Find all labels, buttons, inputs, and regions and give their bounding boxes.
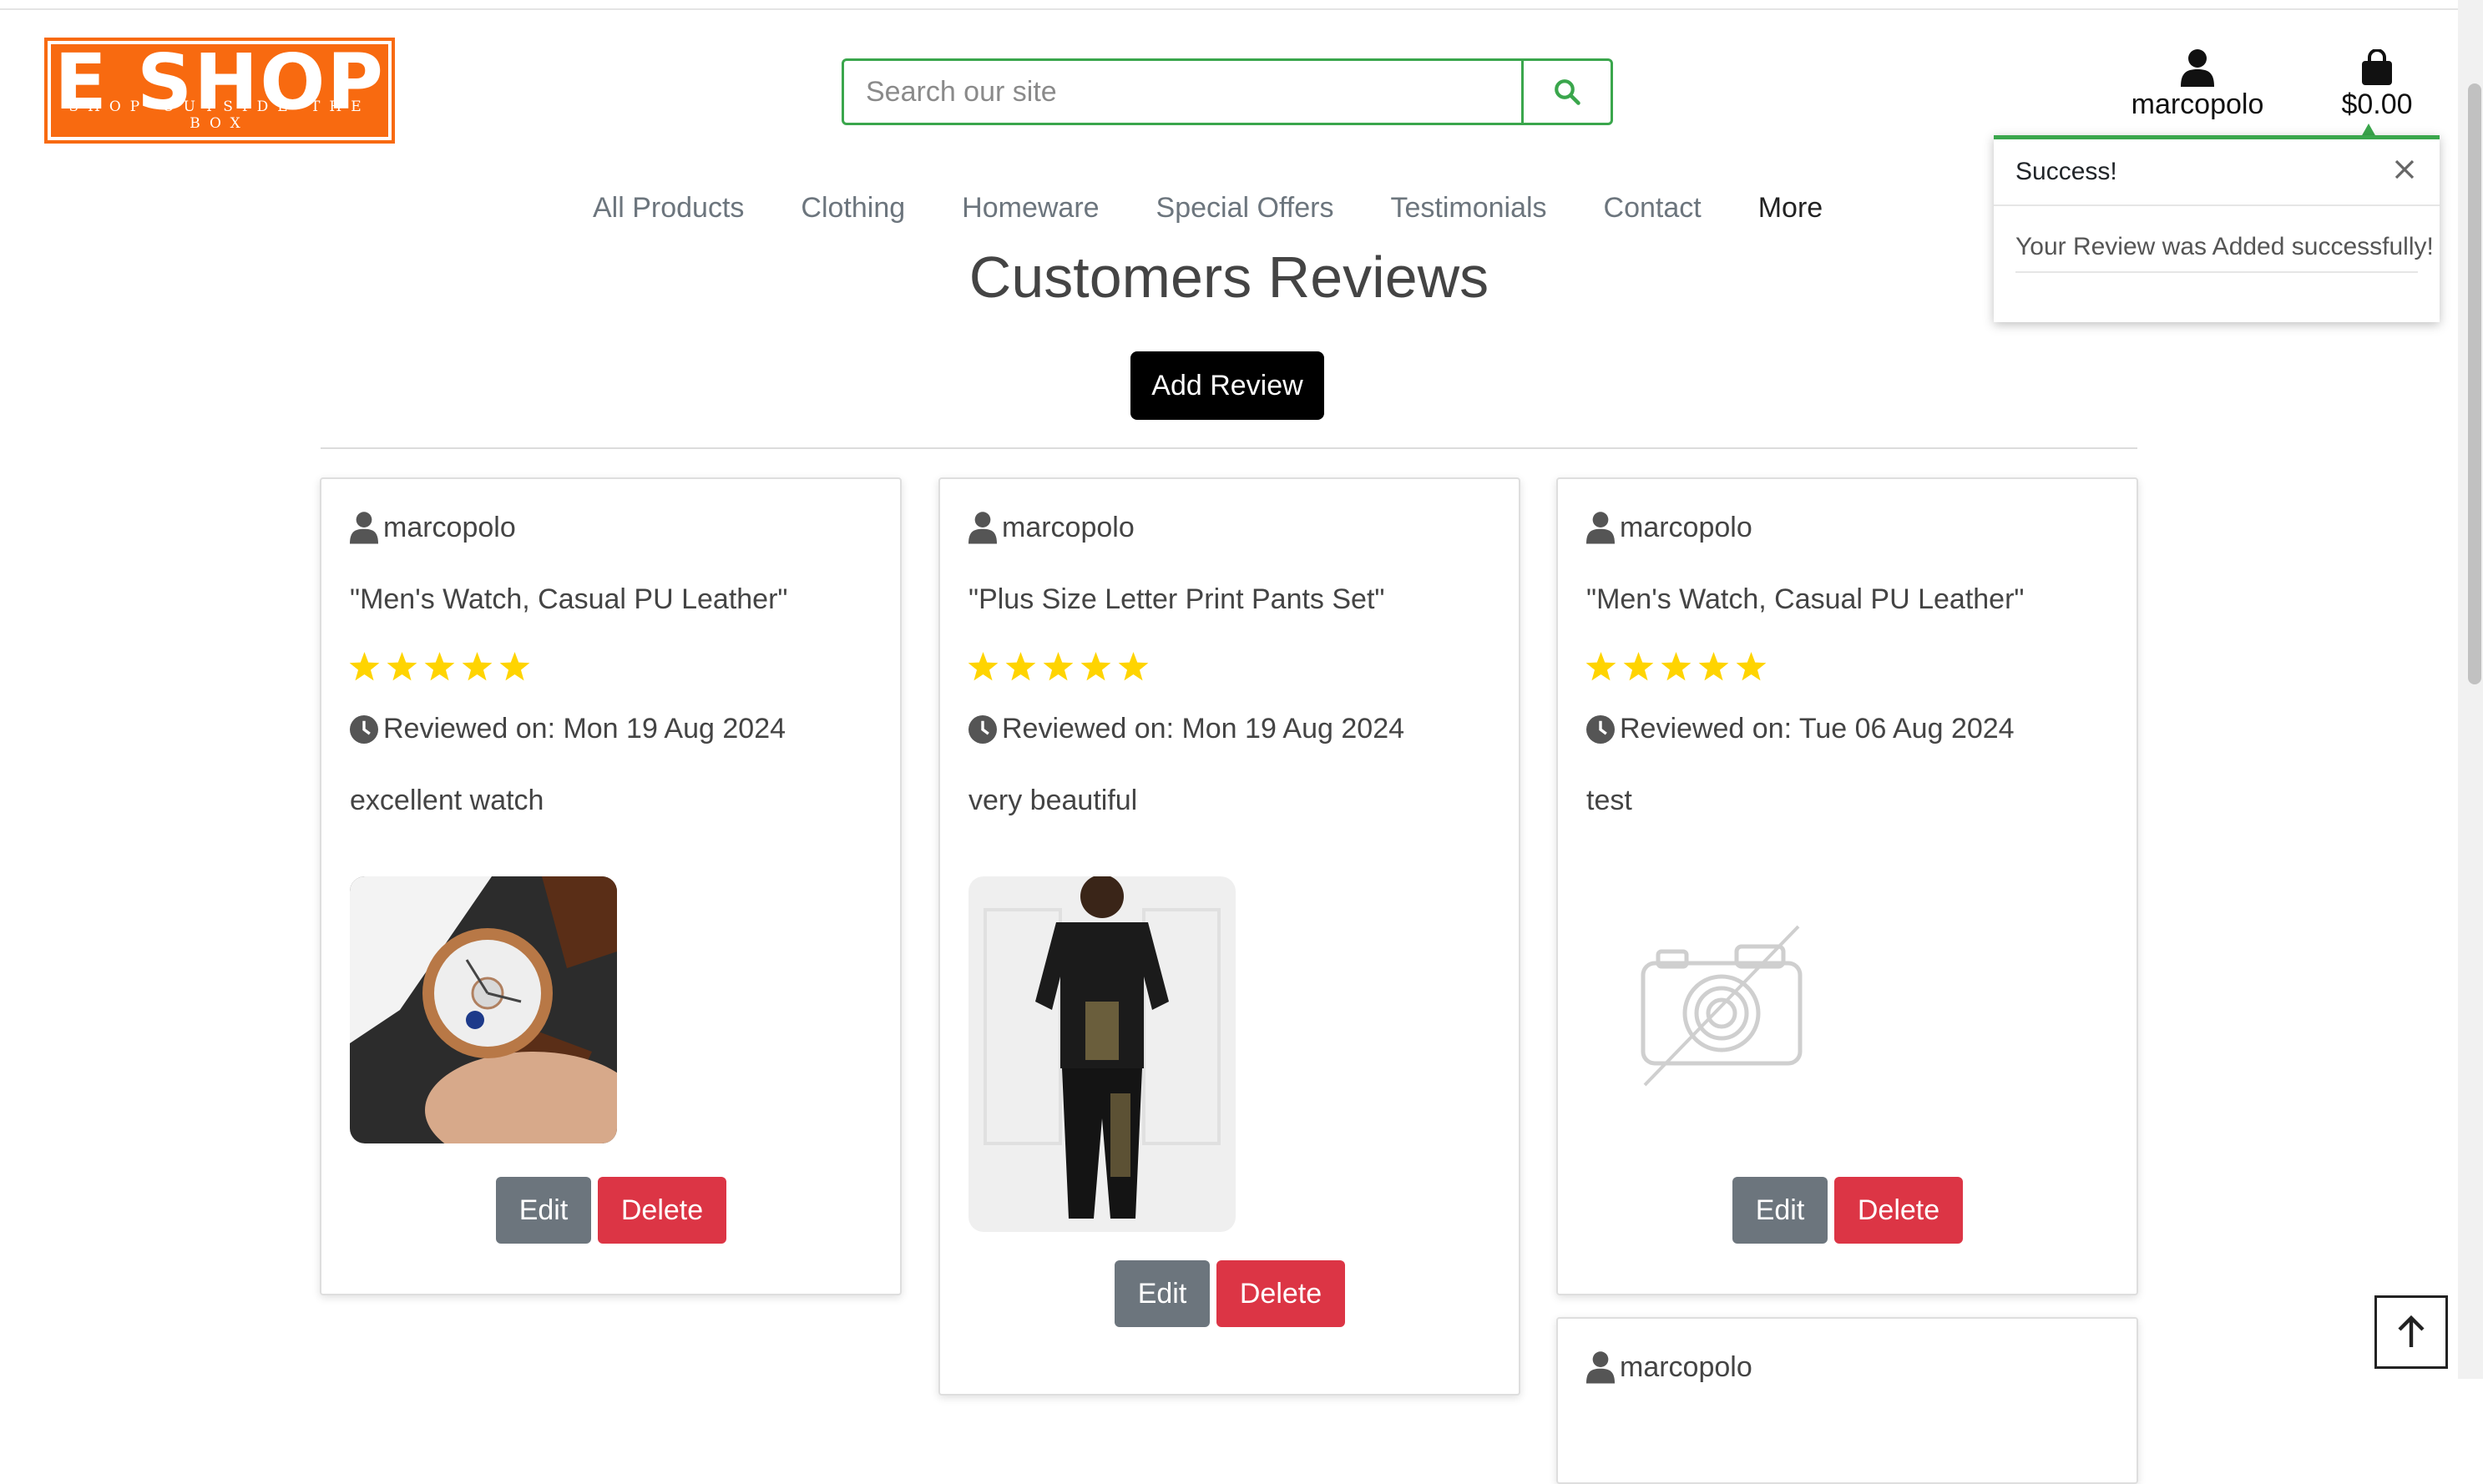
star-icon — [1661, 652, 1692, 681]
review-username: marcopolo — [1620, 511, 1752, 543]
review-date: Reviewed on: Tue 06 Aug 2024 — [1620, 713, 2015, 745]
watch-image — [350, 876, 617, 1143]
logo-tagline: SHOP OUTSIDE THE BOX — [68, 98, 371, 132]
divider — [321, 447, 2137, 449]
nav-homeware[interactable]: Homeware — [962, 192, 1099, 229]
clock-icon — [968, 714, 997, 744]
user-icon — [1586, 512, 1615, 544]
review-product: "Men's Watch, Casual PU Leather" — [350, 583, 788, 615]
edit-button[interactable]: Edit — [1115, 1260, 1210, 1327]
no-camera-icon — [1641, 925, 1803, 1087]
delete-button[interactable]: Delete — [1834, 1177, 1963, 1244]
edit-button[interactable]: Edit — [1732, 1177, 1828, 1244]
delete-button[interactable]: Delete — [598, 1177, 726, 1244]
add-review-button[interactable]: Add Review — [1130, 351, 1324, 420]
rating-stars — [348, 651, 531, 683]
star-icon — [1736, 652, 1767, 681]
star-icon — [462, 652, 493, 681]
shopping-bag-icon — [2362, 49, 2392, 85]
back-to-top-button[interactable] — [2374, 1295, 2448, 1369]
arrow-up-icon — [2398, 1315, 2425, 1347]
clock-icon — [350, 714, 378, 744]
page-title: Customers Reviews — [968, 245, 1489, 310]
main-nav: All Products Clothing Homeware Special O… — [593, 192, 1823, 229]
no-image-placeholder — [1638, 921, 1805, 1088]
edit-button[interactable]: Edit — [496, 1177, 591, 1244]
cart-total: $0.00 — [2341, 88, 2413, 120]
star-icon — [424, 652, 455, 681]
pants-set-image — [968, 876, 1236, 1232]
star-icon — [968, 652, 999, 681]
rating-stars — [1585, 651, 1767, 683]
search-input[interactable] — [844, 61, 1521, 123]
user-icon — [350, 512, 378, 544]
cart-link[interactable]: $0.00 — [2323, 47, 2431, 121]
nav-contact[interactable]: Contact — [1604, 192, 1702, 229]
delete-button[interactable]: Delete — [1216, 1260, 1345, 1327]
search-button[interactable] — [1521, 61, 1611, 123]
search-bar — [842, 58, 1613, 125]
account-menu[interactable]: marcopolo — [2112, 47, 2283, 121]
star-icon — [1005, 652, 1036, 681]
review-comment: excellent watch — [350, 785, 544, 816]
nav-all-products[interactable]: All Products — [593, 192, 744, 229]
review-date: Reviewed on: Mon 19 Aug 2024 — [383, 713, 786, 745]
toast-title: Success! — [2015, 158, 2117, 185]
star-icon — [349, 652, 380, 681]
review-comment: test — [1586, 785, 1632, 816]
review-comment: very beautiful — [968, 785, 1138, 816]
nav-more[interactable]: More — [1758, 192, 1823, 229]
review-username: marcopolo — [1002, 511, 1135, 543]
review-date: Reviewed on: Mon 19 Aug 2024 — [1002, 713, 1405, 745]
user-icon — [1586, 1351, 1615, 1384]
clock-icon — [1586, 714, 1615, 744]
nav-special-offers[interactable]: Special Offers — [1156, 192, 1334, 229]
review-card: marcopolo "Plus Size Letter Print Pants … — [938, 477, 1520, 1396]
nav-clothing[interactable]: Clothing — [801, 192, 905, 229]
star-icon — [1698, 652, 1729, 681]
star-icon — [1043, 652, 1074, 681]
close-icon — [2395, 159, 2415, 179]
star-icon — [1585, 652, 1616, 681]
star-icon — [1080, 652, 1111, 681]
review-username: marcopolo — [383, 511, 516, 543]
review-product: "Men's Watch, Casual PU Leather" — [1586, 583, 2025, 615]
review-card: marcopolo "Men's Watch, Casual PU Leathe… — [320, 477, 902, 1295]
top-border — [0, 0, 2483, 10]
review-card: marcopolo "Men's Watch, Casual PU Leathe… — [1556, 477, 2138, 1295]
rating-stars — [967, 651, 1150, 683]
star-icon — [387, 652, 417, 681]
close-button[interactable] — [2389, 154, 2420, 184]
account-username: marcopolo — [2131, 88, 2264, 120]
search-icon — [1555, 79, 1580, 105]
star-icon — [1623, 652, 1654, 681]
review-card: marcopolo — [1556, 1317, 2138, 1484]
star-icon — [499, 652, 530, 681]
user-icon — [2181, 49, 2214, 87]
user-icon — [968, 512, 997, 544]
logo[interactable]: E SHOP SHOP OUTSIDE THE BOX — [44, 38, 395, 144]
review-product: "Plus Size Letter Print Pants Set" — [968, 583, 1385, 615]
scrollbar-thumb[interactable] — [2468, 83, 2481, 684]
nav-testimonials[interactable]: Testimonials — [1390, 192, 1546, 229]
star-icon — [1118, 652, 1149, 681]
